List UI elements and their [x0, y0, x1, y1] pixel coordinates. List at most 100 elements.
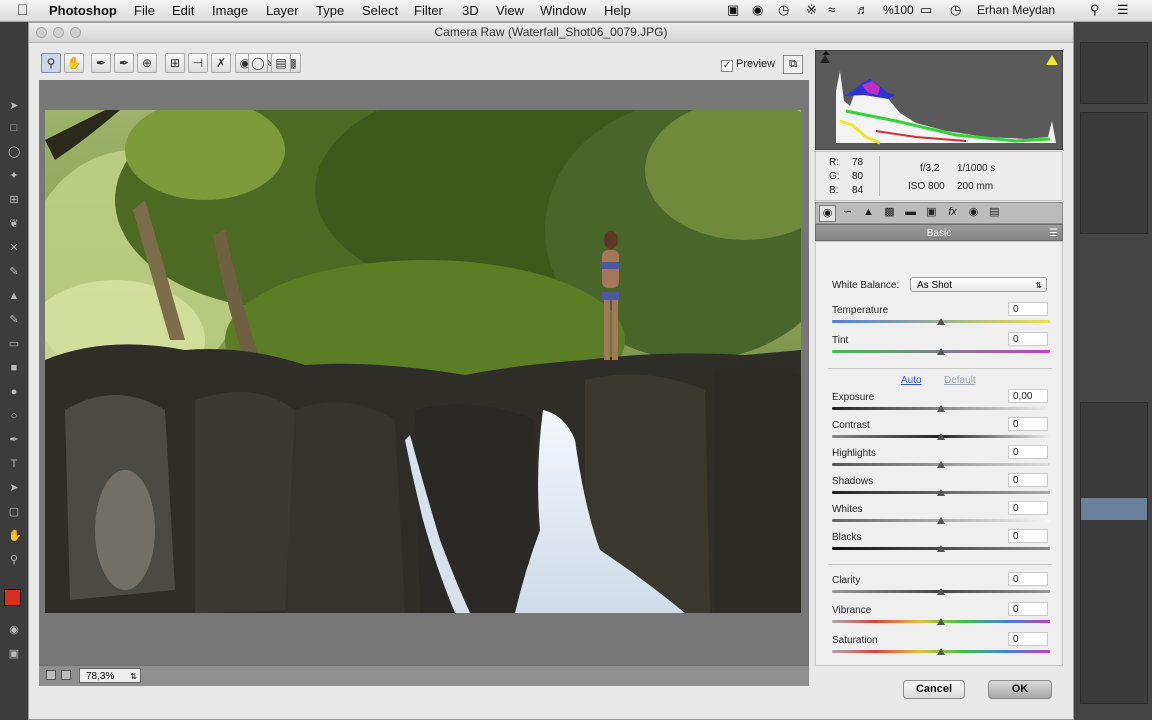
- zoom-level-select[interactable]: 78,3% ⇅: [79, 668, 141, 683]
- vibrance-input[interactable]: 0: [1008, 602, 1048, 616]
- blacks-slider-thumb[interactable]: [937, 545, 945, 552]
- brush-tool-icon[interactable]: ✎: [8, 266, 20, 278]
- tab-camera-calibration-icon[interactable]: ◉: [966, 205, 981, 220]
- menu-select[interactable]: Select: [362, 3, 398, 18]
- healing-tool-icon[interactable]: ✕: [8, 242, 20, 254]
- gradient-tool-icon[interactable]: ■: [8, 362, 20, 374]
- shadow-clipping-warning-icon[interactable]: [820, 55, 830, 63]
- saturation-slider-thumb[interactable]: [937, 648, 945, 655]
- whites-input[interactable]: 0: [1008, 501, 1048, 515]
- tint-input[interactable]: 0: [1008, 332, 1048, 346]
- clarity-slider-thumb[interactable]: [937, 588, 945, 595]
- tab-hsl-icon[interactable]: ▩: [882, 205, 897, 220]
- menu-layer[interactable]: Layer: [266, 3, 299, 18]
- clock-status-icon[interactable]: ◷: [778, 2, 789, 18]
- menu-file[interactable]: File: [134, 3, 155, 18]
- cancel-button[interactable]: Cancel: [903, 680, 965, 699]
- contrast-input[interactable]: 0: [1008, 417, 1048, 431]
- straighten-tool-icon[interactable]: ⊣: [188, 53, 208, 73]
- shadows-input[interactable]: 0: [1008, 473, 1048, 487]
- exposure-slider-thumb[interactable]: [937, 405, 945, 412]
- tab-detail-icon[interactable]: ▲: [861, 205, 876, 220]
- exposure-input[interactable]: 0,00: [1008, 389, 1048, 403]
- image-preview-area[interactable]: [39, 80, 809, 665]
- tint-slider-thumb[interactable]: [937, 348, 945, 355]
- spotlight-search-icon[interactable]: ⚲: [1090, 2, 1100, 18]
- tab-tone-curve-icon[interactable]: ∽: [840, 205, 855, 220]
- temperature-input[interactable]: 0: [1008, 302, 1048, 316]
- history-brush-tool-icon[interactable]: ✎: [8, 314, 20, 326]
- blacks-input[interactable]: 0: [1008, 529, 1048, 543]
- zoom-in-icon[interactable]: [61, 670, 71, 680]
- volume-icon[interactable]: ♬: [856, 2, 869, 17]
- eyedropper-tool-icon[interactable]: ❦: [8, 218, 20, 230]
- menu-view[interactable]: View: [496, 3, 524, 18]
- color-sampler-tool-icon[interactable]: ✒: [114, 53, 134, 73]
- path-select-tool-icon[interactable]: ➤: [8, 482, 20, 494]
- whites-slider-thumb[interactable]: [937, 517, 945, 524]
- panel-menu-icon[interactable]: ☰: [1049, 225, 1058, 242]
- menu-window[interactable]: Window: [540, 3, 586, 18]
- auto-link[interactable]: Auto: [901, 375, 922, 386]
- apple-icon[interactable]: : [17, 2, 28, 19]
- marquee-tool-icon[interactable]: □: [8, 122, 20, 134]
- spot-removal-tool-icon[interactable]: ✗: [211, 53, 231, 73]
- white-balance-select[interactable]: As Shot ⇅: [910, 277, 1047, 292]
- crop-tool-icon[interactable]: ⊞: [8, 194, 20, 206]
- notification-list-icon[interactable]: ☰: [1117, 2, 1129, 18]
- hand-tool-icon[interactable]: ✋: [8, 530, 22, 542]
- foreground-color-swatch[interactable]: [4, 589, 21, 606]
- menu-help[interactable]: Help: [604, 3, 631, 18]
- type-tool-icon[interactable]: T: [8, 458, 20, 470]
- wifi-icon[interactable]: ≈: [828, 2, 835, 17]
- layer-row-selected[interactable]: [1081, 498, 1147, 520]
- highlights-input[interactable]: 0: [1008, 445, 1048, 459]
- zoom-tool-icon[interactable]: ⚲: [8, 554, 20, 566]
- shape-tool-icon[interactable]: ▢: [8, 506, 20, 518]
- checkbox-box[interactable]: ✓: [721, 60, 733, 72]
- stamp-tool-icon[interactable]: ▲: [8, 290, 20, 302]
- waterfall-photo[interactable]: [45, 110, 801, 613]
- menu-image[interactable]: Image: [212, 3, 248, 18]
- battery-icon[interactable]: ▭: [920, 2, 932, 18]
- menu-edit[interactable]: Edit: [172, 3, 194, 18]
- dodge-tool-icon[interactable]: ○: [8, 410, 20, 422]
- zoom-tool-icon[interactable]: ⚲: [41, 53, 61, 73]
- zoom-out-icon[interactable]: [46, 670, 56, 680]
- vibrance-slider-thumb[interactable]: [937, 618, 945, 625]
- fullscreen-toggle-icon[interactable]: ⧉: [783, 55, 803, 74]
- radial-filter-icon[interactable]: ◯: [248, 53, 268, 73]
- saturation-input[interactable]: 0: [1008, 632, 1048, 646]
- menu-3d[interactable]: 3D: [462, 3, 479, 18]
- preview-checkbox[interactable]: ✓ Preview: [721, 58, 775, 72]
- menu-app-name[interactable]: Photoshop: [49, 3, 117, 18]
- crop-tool-icon[interactable]: ⊞: [165, 53, 185, 73]
- eraser-tool-icon[interactable]: ▭: [8, 338, 20, 350]
- zoom-window-button[interactable]: [70, 27, 81, 38]
- highlights-slider-thumb[interactable]: [937, 461, 945, 468]
- user-name[interactable]: Erhan Meydan: [977, 3, 1055, 17]
- status-icon[interactable]: ▣: [727, 2, 739, 18]
- minimize-window-button[interactable]: [53, 27, 64, 38]
- camera-status-icon[interactable]: ◉: [752, 2, 763, 18]
- screen-mode-icon[interactable]: ▣: [8, 648, 20, 660]
- lasso-tool-icon[interactable]: ◯: [8, 146, 20, 158]
- tab-lens-corrections-icon[interactable]: ▣: [924, 205, 939, 220]
- move-tool-icon[interactable]: ➤: [8, 100, 20, 112]
- open-preferences-icon[interactable]: ▤: [271, 53, 291, 73]
- quick-select-tool-icon[interactable]: ✦: [8, 170, 20, 182]
- white-balance-tool-icon[interactable]: ✒: [91, 53, 111, 73]
- temperature-slider-thumb[interactable]: [937, 318, 945, 325]
- tab-split-toning-icon[interactable]: ▬: [903, 205, 918, 220]
- tab-effects-icon[interactable]: fx: [945, 205, 960, 220]
- clock-icon[interactable]: ◷: [950, 2, 961, 18]
- targeted-adjustment-tool-icon[interactable]: ⊕: [137, 53, 157, 73]
- menu-type[interactable]: Type: [316, 3, 344, 18]
- shadows-slider-thumb[interactable]: [937, 489, 945, 496]
- highlight-clipping-warning-icon[interactable]: [1046, 55, 1058, 65]
- close-window-button[interactable]: [36, 27, 47, 38]
- default-link[interactable]: Default: [944, 375, 976, 386]
- contrast-slider-thumb[interactable]: [937, 433, 945, 440]
- tab-presets-icon[interactable]: ▤: [987, 205, 1002, 220]
- tab-basic-icon[interactable]: ◉: [819, 205, 836, 222]
